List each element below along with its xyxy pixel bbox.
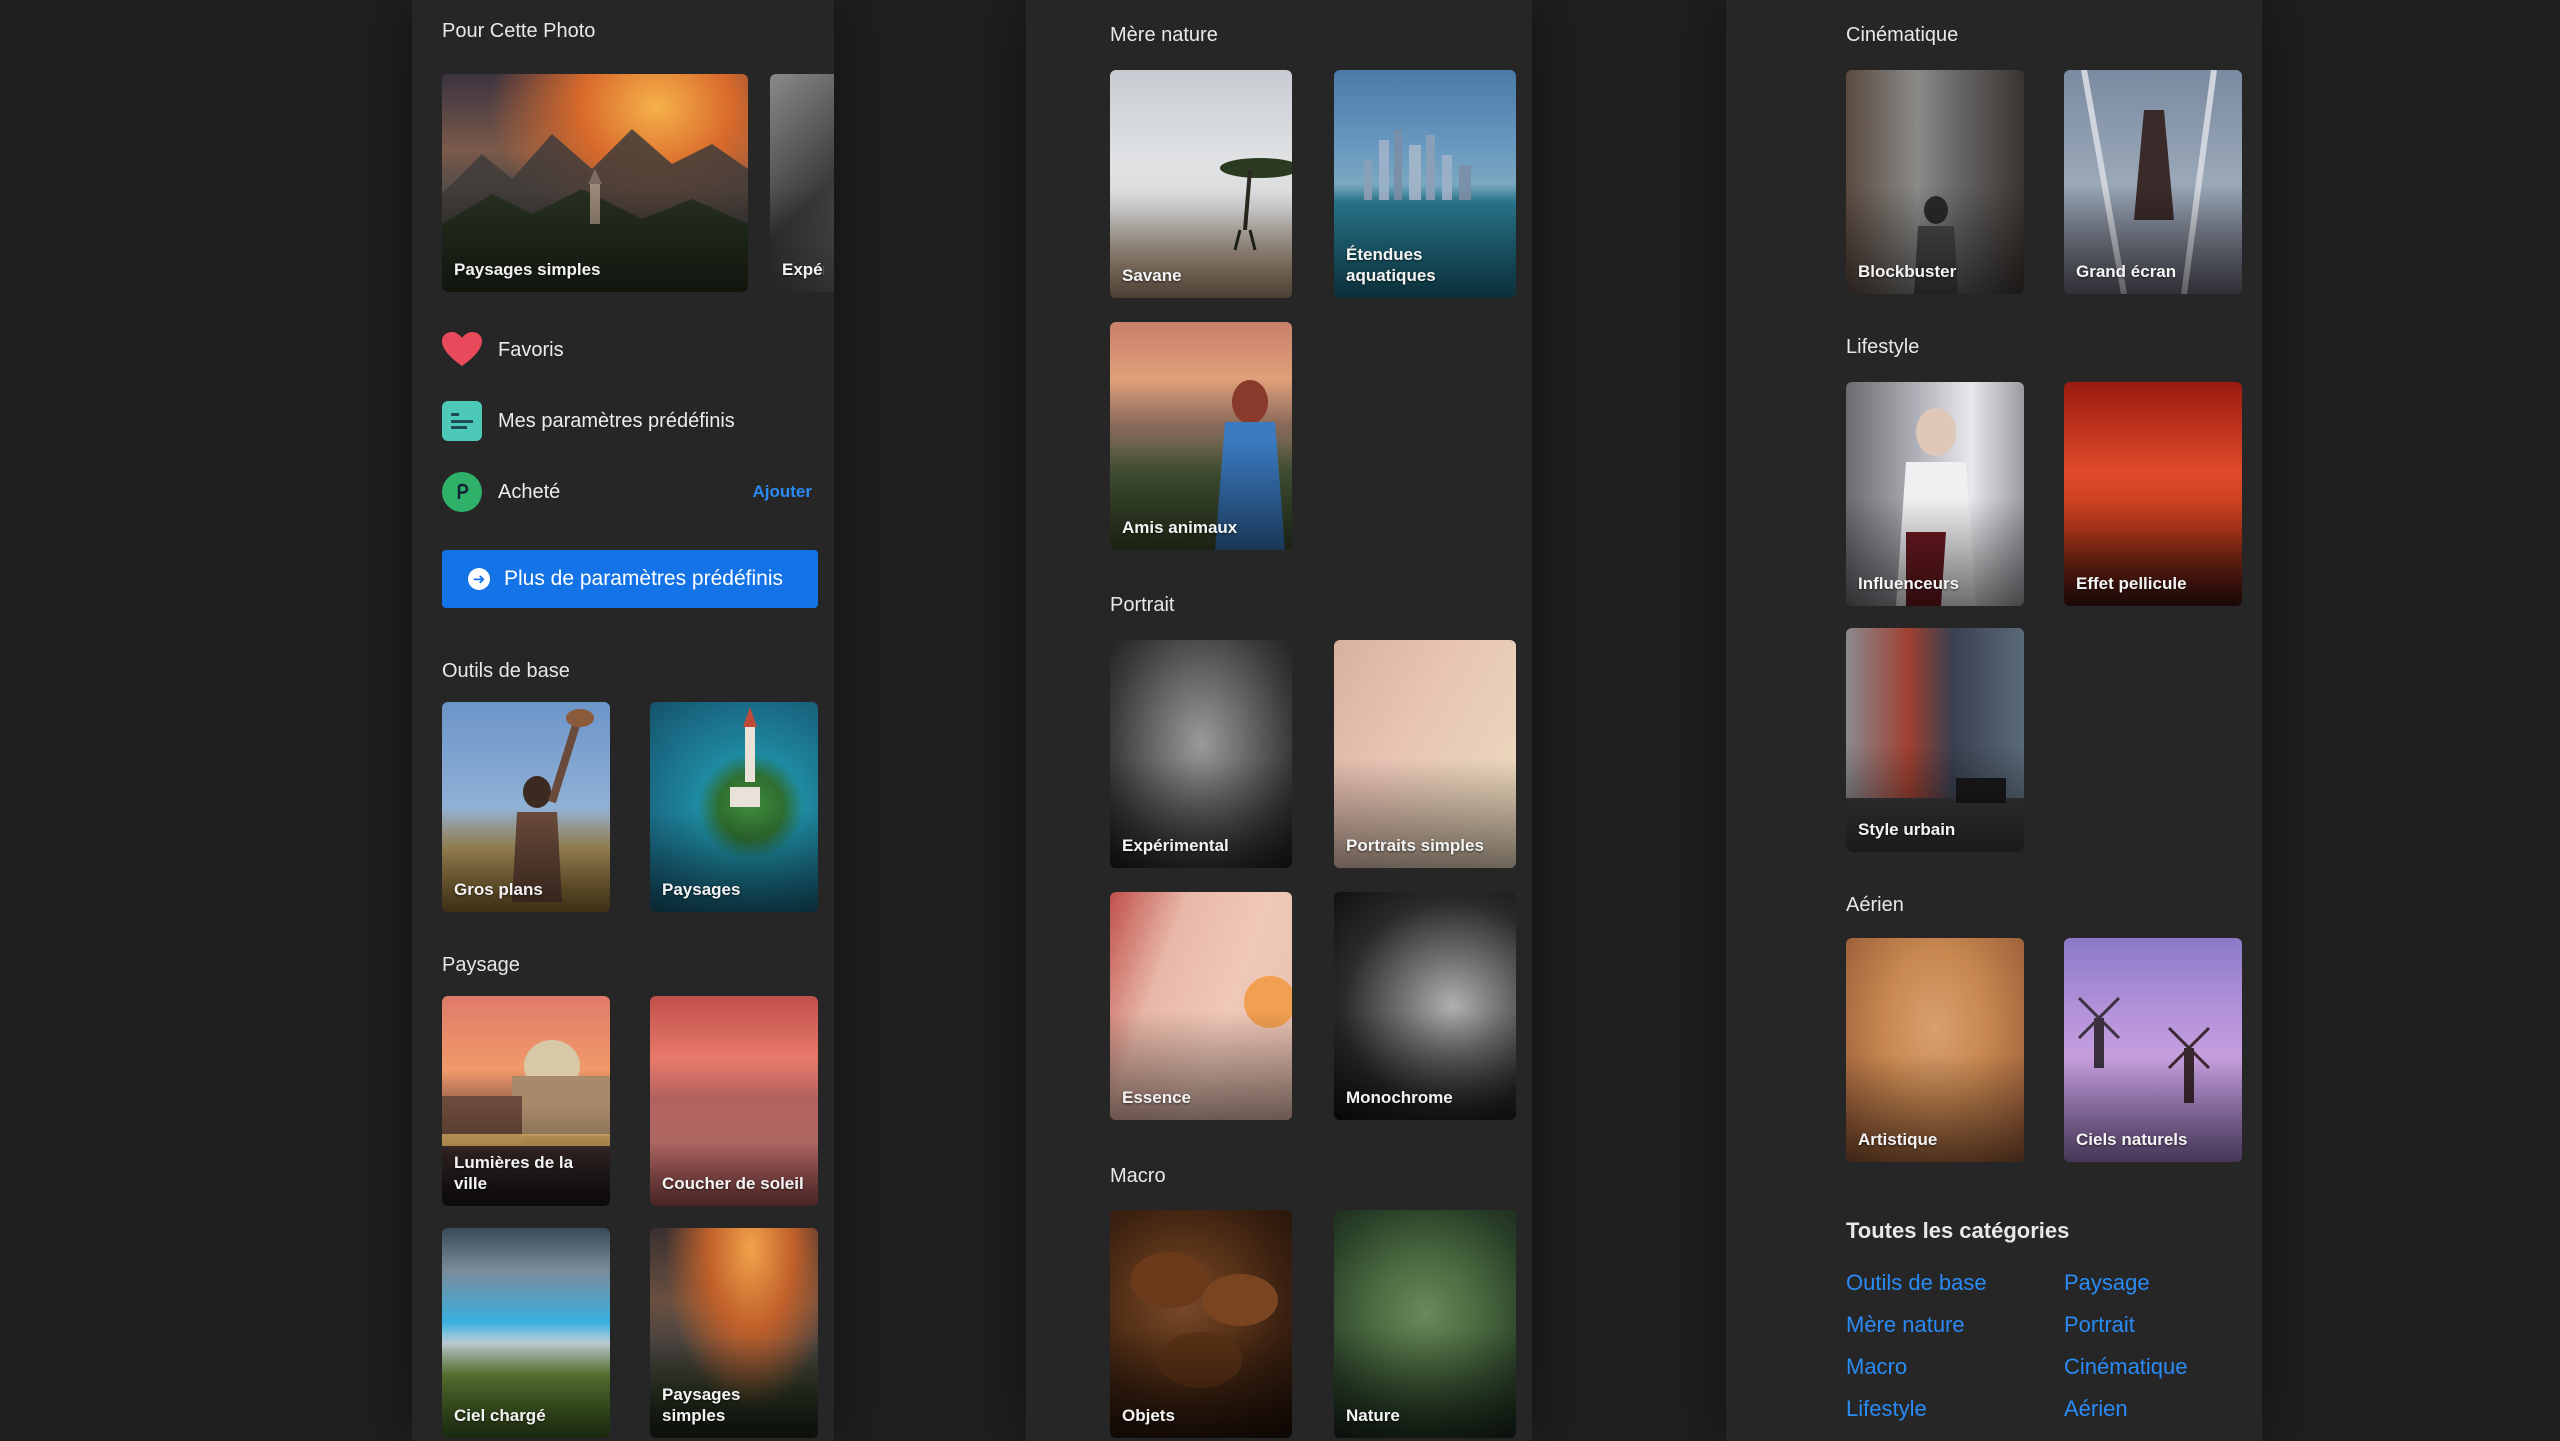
preset-card-simple-portraits[interactable]: Portraits simples: [1334, 640, 1516, 868]
menu-label: Favoris: [498, 338, 564, 361]
menu-favorites[interactable]: Favoris: [442, 328, 812, 372]
category-link-basic-tools[interactable]: Outils de base: [1846, 1270, 1987, 1296]
nature-title: Mère nature: [1110, 24, 1218, 46]
preset-card-simple-landscapes[interactable]: Paysages simples: [442, 74, 748, 292]
card-label: Expéri: [782, 260, 824, 279]
all-categories-title: Toutes les catégories: [1846, 1218, 2070, 1243]
card-label: Lumières de la ville: [454, 1153, 574, 1193]
arrow-right-circle-icon: ➜: [468, 568, 490, 590]
category-link-nature[interactable]: Mère nature: [1846, 1312, 1965, 1338]
preset-card-influencers[interactable]: Influenceurs: [1846, 382, 2024, 606]
card-label: Blockbuster: [1858, 262, 1957, 281]
preset-card-landscapes[interactable]: Paysages: [650, 702, 818, 912]
for-photo-title: Pour Cette Photo: [442, 20, 596, 42]
card-label: Amis animaux: [1122, 518, 1238, 537]
preset-card-close-ups[interactable]: Gros plans: [442, 702, 610, 912]
preset-card-water-bodies[interactable]: Étendues aquatiques: [1334, 70, 1516, 298]
preset-card-artistic[interactable]: Artistique: [1846, 938, 2024, 1162]
category-link-cinematic[interactable]: Cinématique: [2064, 1354, 2188, 1380]
category-link-portrait[interactable]: Portrait: [2064, 1312, 2135, 1338]
macro-title: Macro: [1110, 1165, 1166, 1187]
preset-card-animal-friends[interactable]: Amis animaux: [1110, 322, 1292, 550]
preset-card-experimental[interactable]: Expérimental: [1110, 640, 1292, 868]
category-link-landscape[interactable]: Paysage: [2064, 1270, 2150, 1296]
preset-card-monochrome[interactable]: Monochrome: [1334, 892, 1516, 1120]
presets-list-icon: [442, 401, 482, 441]
card-label: Expérimental: [1122, 836, 1229, 855]
card-label: Style urbain: [1858, 820, 1956, 839]
heart-icon: [442, 330, 482, 370]
card-label: Coucher de soleil: [662, 1174, 804, 1193]
menu-label: Mes paramètres prédéfinis: [498, 409, 735, 432]
card-label: Ciels naturels: [2076, 1130, 2188, 1149]
lifestyle-title: Lifestyle: [1846, 336, 1920, 358]
card-label: Paysages: [662, 880, 741, 899]
preset-card-urban-style[interactable]: Style urbain: [1846, 628, 2024, 852]
card-label: Objets: [1122, 1406, 1175, 1425]
menu-purchased[interactable]: Acheté Ajouter: [442, 470, 812, 514]
preset-card-objects[interactable]: Objets: [1110, 1210, 1292, 1438]
category-link-aerial[interactable]: Aérien: [2064, 1396, 2128, 1422]
preset-card-essence[interactable]: Essence: [1110, 892, 1292, 1120]
preset-card-blockbuster[interactable]: Blockbuster: [1846, 70, 2024, 294]
card-label: Étendues aquatiques: [1346, 245, 1436, 285]
more-presets-button[interactable]: ➜ Plus de paramètres prédéfinis: [442, 550, 818, 608]
preset-card-nature-macro[interactable]: Nature: [1334, 1210, 1516, 1438]
card-label[interactable]: Savane: [1122, 265, 1282, 286]
cinematic-title: Cinématique: [1846, 24, 1959, 46]
preset-card-simple-landscapes-2[interactable]: Paysages simples: [650, 1228, 818, 1438]
card-label: Essence: [1122, 1088, 1191, 1107]
portrait-title: Portrait: [1110, 594, 1175, 616]
card-label: Paysages simples: [662, 1385, 741, 1425]
card-label: Nature: [1346, 1406, 1400, 1425]
card-label: Artistique: [1858, 1130, 1938, 1149]
card-label: Effet pellicule: [2076, 574, 2187, 593]
basic-tools-title: Outils de base: [442, 660, 570, 682]
card-label: Gros plans: [454, 880, 543, 899]
button-label: Plus de paramètres prédéfinis: [504, 567, 783, 590]
card-label: Influenceurs: [1858, 574, 1960, 593]
menu-my-presets[interactable]: Mes paramètres prédéfinis: [442, 399, 812, 443]
preset-card-city-lights[interactable]: Lumières de la ville: [442, 996, 610, 1206]
category-link-lifestyle[interactable]: Lifestyle: [1846, 1396, 1927, 1422]
card-label: Ciel chargé: [454, 1406, 546, 1425]
menu-label: Acheté: [498, 480, 561, 503]
preset-card-natural-skies[interactable]: Ciels naturels: [2064, 938, 2242, 1162]
aerial-title: Aérien: [1846, 894, 1904, 916]
card-label: Grand écran: [2076, 262, 2177, 281]
preset-card-savanna[interactable]: Savane: [1110, 70, 1292, 298]
add-link[interactable]: Ajouter: [753, 482, 813, 502]
purchase-icon: [442, 472, 482, 512]
preset-card-stormy-sky[interactable]: Ciel chargé: [442, 1228, 610, 1438]
preset-card-experimental-partial[interactable]: Expéri: [770, 74, 834, 292]
preset-card-big-screen[interactable]: Grand écran: [2064, 70, 2242, 294]
category-link-macro[interactable]: Macro: [1846, 1354, 1907, 1380]
card-label: Portraits simples: [1346, 836, 1484, 855]
preset-card-film-effect[interactable]: Effet pellicule: [2064, 382, 2242, 606]
preset-card-sunset[interactable]: Coucher de soleil: [650, 996, 818, 1206]
card-label: Monochrome: [1346, 1088, 1453, 1107]
card-label: Paysages simples: [454, 260, 601, 279]
landscape-title: Paysage: [442, 954, 520, 976]
